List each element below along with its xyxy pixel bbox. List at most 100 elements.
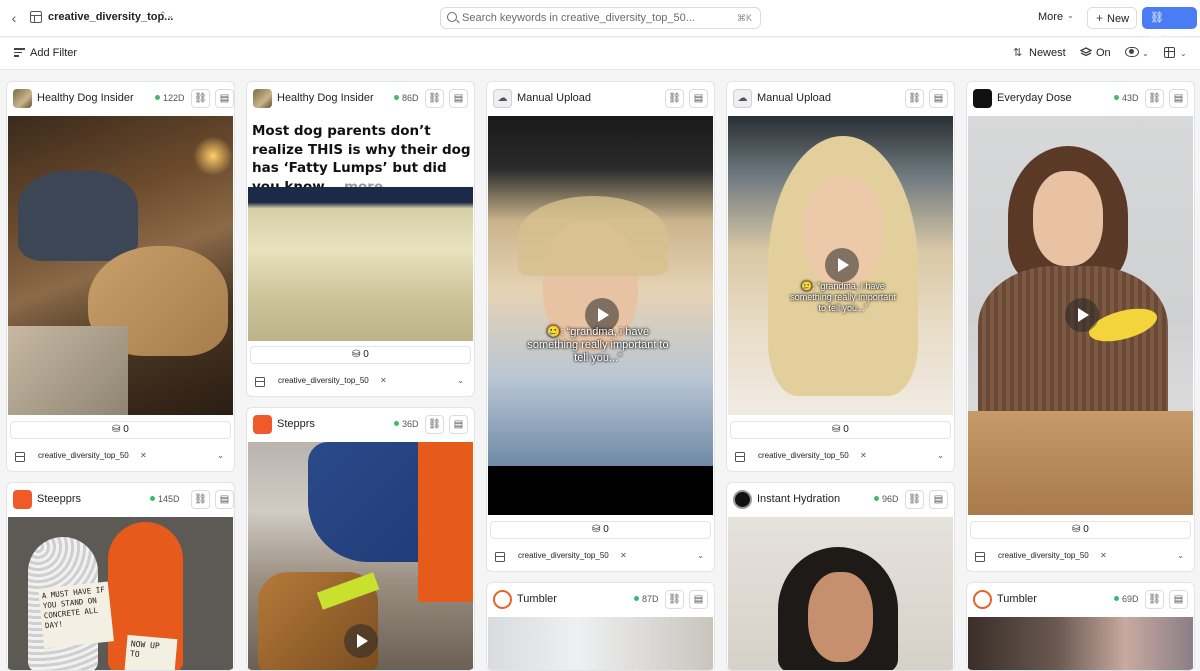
layers-count[interactable]: ⛁ 0	[730, 421, 951, 439]
advertiser-name[interactable]: Healthy Dog Insider	[37, 92, 134, 104]
advertiser-name[interactable]: Steepprs	[37, 493, 81, 505]
collection-tag[interactable]: creative_diversity_top_50	[998, 551, 1089, 560]
ad-card[interactable]: Stepprs 36D ⛓ ▤	[246, 407, 475, 671]
add-filter-button[interactable]: Add Filter	[30, 47, 77, 59]
close-icon[interactable]: ✕	[1100, 551, 1107, 560]
avatar	[253, 89, 272, 108]
ad-card[interactable]: Everyday Dose 43D ⛓ ▤ ⛁ 0 creative_diver…	[966, 81, 1195, 572]
database-icon	[30, 11, 42, 23]
link-icon[interactable]: ⛓	[425, 89, 444, 108]
advertiser-name[interactable]: Healthy Dog Insider	[277, 92, 374, 104]
card-header: Tumbler 69D ⛓ ▤	[967, 583, 1194, 617]
collection-tag[interactable]: creative_diversity_top_50	[518, 551, 609, 560]
link-icon: ⛓	[1150, 12, 1164, 24]
ad-card[interactable]: Tumbler 69D ⛓ ▤	[966, 582, 1195, 671]
layers-count[interactable]: ⛁ 0	[10, 421, 231, 439]
status-badge: 122D	[155, 93, 185, 103]
search-bar[interactable]: Search keywords in creative_diversity_to…	[440, 7, 761, 29]
avatar	[973, 89, 992, 108]
close-icon[interactable]: ✕	[860, 451, 867, 460]
link-icon[interactable]: ⛓	[905, 490, 924, 509]
link-icon[interactable]: ⛓	[191, 89, 210, 108]
ad-card[interactable]: Healthy Dog Insider 86D ⛓ ▤ Most dog par…	[246, 81, 475, 397]
save-icon[interactable]: ▤	[1169, 590, 1188, 609]
sort-dropdown[interactable]: Newest	[1029, 47, 1066, 59]
ad-image[interactable]	[488, 617, 713, 670]
share-button[interactable]: ⛓Share	[1142, 7, 1197, 46]
layers-icon: ⛁	[592, 524, 604, 535]
chevron-down-icon[interactable]: ⌄	[1067, 11, 1074, 20]
more-menu[interactable]: More	[1038, 11, 1063, 23]
layers-count[interactable]: ⛁ 0	[250, 346, 471, 364]
ad-card[interactable]: Healthy Dog Insider 122D ⛓ ▤ ⛁ 0 creativ…	[6, 81, 235, 472]
advertiser-name[interactable]: Manual Upload	[757, 92, 831, 104]
eye-icon[interactable]	[1125, 47, 1139, 57]
advertiser-name[interactable]: Manual Upload	[517, 92, 591, 104]
link-icon[interactable]: ⛓	[905, 89, 924, 108]
collection-tag[interactable]: creative_diversity_top_50	[38, 451, 129, 460]
collection-tag[interactable]: creative_diversity_top_50	[278, 376, 369, 385]
layers-count[interactable]: ⛁ 0	[970, 521, 1191, 539]
close-icon[interactable]: ✕	[620, 551, 627, 560]
layers-count[interactable]: ⛁ 0	[490, 521, 711, 539]
link-icon[interactable]: ⛓	[1145, 89, 1164, 108]
count-value: 0	[363, 349, 369, 360]
ad-card[interactable]: Tumbler 87D ⛓ ▤	[486, 582, 715, 671]
ad-card[interactable]: ☁ Manual Upload ⛓ ▤ 🥲: “grandma, i have …	[486, 81, 715, 572]
grid-icon[interactable]	[1164, 47, 1175, 58]
close-icon[interactable]: ✕	[140, 451, 147, 460]
link-icon[interactable]: ⛓	[425, 415, 444, 434]
save-icon[interactable]: ▤	[215, 89, 234, 108]
play-icon[interactable]	[825, 248, 859, 282]
chevron-down-icon[interactable]: ⌄	[937, 451, 944, 460]
document-title[interactable]: creative_diversity_top...	[48, 11, 173, 23]
close-icon[interactable]: ✕	[380, 376, 387, 385]
save-icon[interactable]: ▤	[449, 89, 468, 108]
link-icon[interactable]: ⛓	[1145, 590, 1164, 609]
search-input[interactable]: Search keywords in creative_diversity_to…	[462, 12, 695, 24]
back-icon[interactable]: ‹	[7, 9, 21, 27]
ad-video[interactable]: 🥲: “grandma, i have something really imp…	[728, 116, 953, 415]
save-icon[interactable]: ▤	[215, 490, 234, 509]
advertiser-name[interactable]: Tumbler	[517, 593, 557, 605]
chevron-down-icon[interactable]: ⌄	[217, 451, 224, 460]
new-button[interactable]: + New	[1087, 7, 1137, 29]
play-icon[interactable]	[344, 624, 378, 658]
ad-image[interactable]: A MUST HAVE IF YOU STAND ON CONCRETE ALL…	[8, 517, 233, 670]
ad-video[interactable]	[728, 517, 953, 670]
chevron-down-icon[interactable]: ⌄	[1180, 49, 1187, 58]
advertiser-name[interactable]: Everyday Dose	[997, 92, 1072, 104]
advertiser-name[interactable]: Stepprs	[277, 418, 315, 430]
ad-card[interactable]: Instant Hydration 96D ⛓ ▤	[726, 482, 955, 671]
advertiser-name[interactable]: Instant Hydration	[757, 493, 840, 505]
link-icon[interactable]: ⛓	[191, 490, 210, 509]
chevron-down-icon[interactable]: ⌄	[1177, 551, 1184, 560]
chevron-down-icon[interactable]: ⌄	[1142, 49, 1149, 58]
link-icon[interactable]: ⛓	[665, 89, 684, 108]
age-label: 36D	[402, 419, 419, 429]
play-icon[interactable]	[1065, 298, 1099, 332]
chevron-down-icon[interactable]: ⌄	[697, 551, 704, 560]
ad-image[interactable]	[8, 116, 233, 415]
save-icon[interactable]: ▤	[689, 590, 708, 609]
ad-image[interactable]	[968, 617, 1193, 670]
ad-video[interactable]: 🥲: “grandma, i have something really imp…	[488, 116, 713, 515]
ad-card[interactable]: ☁ Manual Upload ⛓ ▤ 🥲: “grandma, i have …	[726, 81, 955, 472]
layers-toggle[interactable]: On	[1096, 47, 1111, 59]
card-header: ☁ Manual Upload ⛓ ▤	[487, 82, 714, 116]
link-icon[interactable]: ⛓	[665, 590, 684, 609]
chevron-updown-icon[interactable]: ⌃⌄	[159, 10, 174, 21]
save-icon[interactable]: ▤	[449, 415, 468, 434]
save-icon[interactable]: ▤	[689, 89, 708, 108]
advertiser-name[interactable]: Tumbler	[997, 593, 1037, 605]
ad-image[interactable]: Most dog parents don’t realize THIS is w…	[248, 116, 473, 341]
chevron-down-icon[interactable]: ⌄	[457, 376, 464, 385]
ad-video[interactable]	[968, 116, 1193, 515]
layers-icon: ⛁	[1072, 524, 1084, 535]
save-icon[interactable]: ▤	[929, 89, 948, 108]
collection-tag[interactable]: creative_diversity_top_50	[758, 451, 849, 460]
ad-image[interactable]	[248, 442, 473, 670]
save-icon[interactable]: ▤	[1169, 89, 1188, 108]
ad-card[interactable]: Steepprs 145D ⛓ ▤ A MUST HAVE IF YOU STA…	[6, 482, 235, 671]
save-icon[interactable]: ▤	[929, 490, 948, 509]
